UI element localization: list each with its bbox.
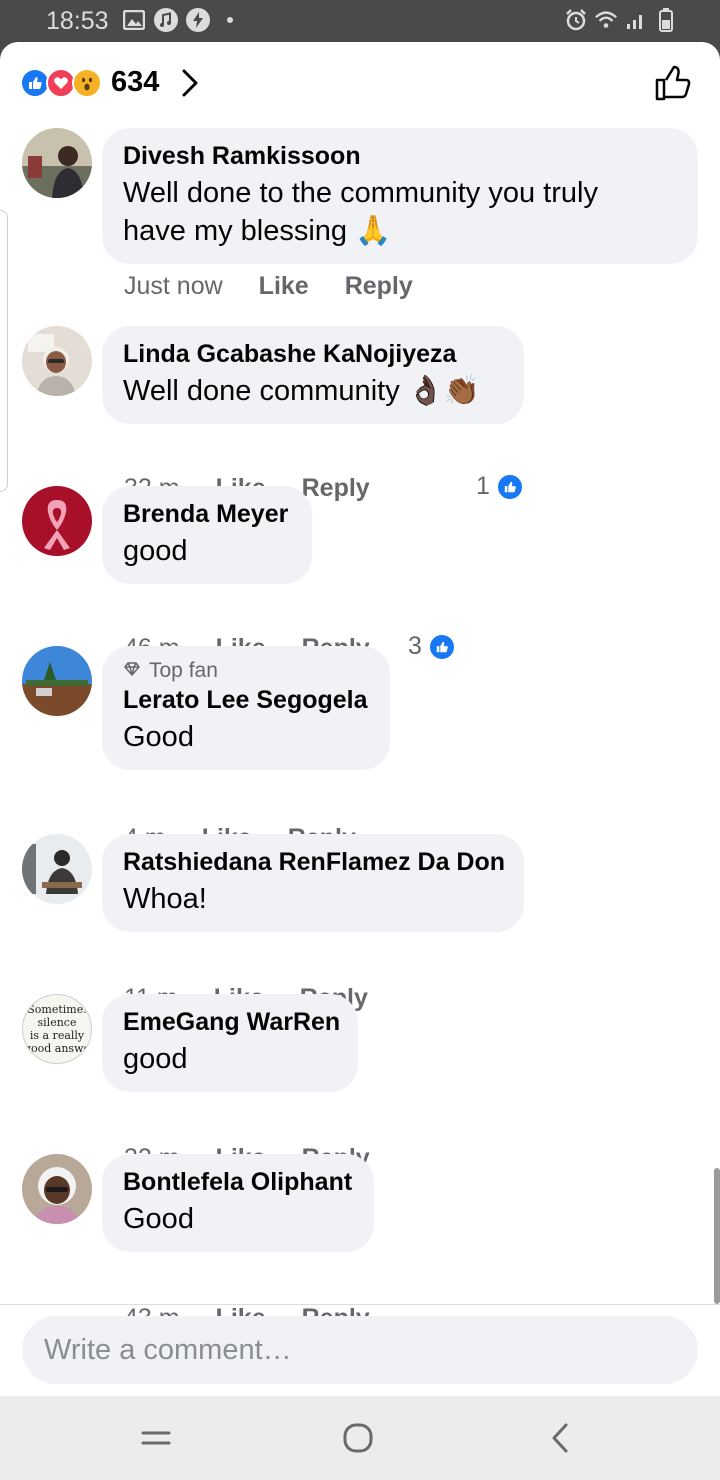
status-time: 18:53 <box>46 7 109 35</box>
commenter-name[interactable]: Ratshiedana RenFlamez Da Don <box>123 846 505 878</box>
comment-bubble[interactable]: Top fan Lerato Lee Segogela Good <box>102 646 390 770</box>
comment-line: Well done to the community you truly <box>123 177 598 209</box>
avatar[interactable] <box>22 1154 92 1224</box>
notification-icons <box>122 8 242 32</box>
comment-actions: Just now Like Reply <box>124 272 413 301</box>
like-count: 1 <box>476 472 490 500</box>
avatar[interactable]: Sometime. silence is a really good answe <box>22 994 92 1064</box>
comment-text: good <box>123 535 188 567</box>
signal-icon <box>624 8 648 32</box>
avatar[interactable] <box>22 646 92 716</box>
diamond-icon <box>123 658 141 684</box>
like-icon <box>427 632 456 661</box>
status-bar: 18:53 <box>0 0 720 42</box>
avatar[interactable] <box>22 128 92 198</box>
wifi-icon <box>594 8 618 32</box>
comment-text: Well done community 👌🏿👏🏾 <box>123 375 480 407</box>
wow-icon <box>72 68 102 98</box>
comment-text: good <box>123 1043 188 1075</box>
comment-bubble[interactable]: EmeGang WarRen good <box>102 994 358 1092</box>
gallery-icon <box>122 8 146 32</box>
comment-text: Well done to the community you truly hav… <box>123 174 677 250</box>
chevron-right-icon[interactable] <box>180 68 200 103</box>
comment-text: Whoa! <box>123 883 207 915</box>
side-panel-edge <box>0 210 8 492</box>
dot-icon <box>218 8 242 32</box>
comments-sheet: 634 Divesh Ramkissoon Well done to the c… <box>0 42 720 1396</box>
navigation-bar <box>0 1396 720 1480</box>
recent-apps-icon[interactable] <box>136 1418 176 1458</box>
comment-text: Good <box>123 721 194 753</box>
commenter-name[interactable]: Divesh Ramkissoon <box>123 140 677 172</box>
comment-text: Good <box>123 1203 194 1235</box>
top-fan-badge: Top fan <box>123 658 369 684</box>
avatar-quote-line: silence <box>37 1016 77 1029</box>
avatar[interactable] <box>22 486 92 556</box>
reaction-count[interactable]: 634 <box>111 66 159 99</box>
commenter-name[interactable]: Lerato Lee Segogela <box>123 684 369 716</box>
commenter-name[interactable]: EmeGang WarRen <box>123 1006 340 1038</box>
back-icon[interactable] <box>540 1418 580 1458</box>
reactions-header[interactable]: 634 <box>0 42 720 124</box>
home-icon[interactable] <box>338 1418 378 1458</box>
like-button[interactable]: Like <box>259 272 309 301</box>
battery-icon <box>654 8 678 32</box>
system-icons <box>564 8 678 32</box>
reply-button[interactable]: Reply <box>302 474 370 503</box>
avatar-quote-line: is a really <box>29 1029 85 1042</box>
comment-bubble[interactable]: Ratshiedana RenFlamez Da Don Whoa! <box>102 834 524 932</box>
like-icon <box>495 472 524 501</box>
avatar[interactable] <box>22 326 92 396</box>
commenter-name[interactable]: Bontlefela Oliphant <box>123 1166 353 1198</box>
reply-button[interactable]: Reply <box>345 272 413 301</box>
comment-bubble[interactable]: Divesh Ramkissoon Well done to the commu… <box>102 128 698 264</box>
comment-like-count[interactable]: 3 <box>408 632 456 661</box>
like-count: 3 <box>408 632 422 660</box>
top-fan-label: Top fan <box>149 659 218 682</box>
comment-like-count[interactable]: 1 <box>476 472 524 501</box>
comment-bubble[interactable]: Brenda Meyer good <box>102 486 312 584</box>
thumbs-up-icon[interactable] <box>654 64 692 107</box>
music-icon <box>154 8 178 32</box>
avatar-quote-line: Sometime. <box>27 1003 87 1016</box>
comment-time[interactable]: Just now <box>124 272 223 301</box>
commenter-name[interactable]: Brenda Meyer <box>123 498 291 530</box>
comment-bubble[interactable]: Linda Gcabashe KaNojiyeza Well done comm… <box>102 326 524 424</box>
avatar-quote-line: good answe <box>23 1042 91 1055</box>
alarm-icon <box>564 8 588 32</box>
scrollbar[interactable] <box>714 1168 720 1304</box>
avatar[interactable] <box>22 834 92 904</box>
reaction-icons[interactable] <box>20 68 102 98</box>
comment-input[interactable] <box>22 1316 698 1384</box>
comment-bubble[interactable]: Bontlefela Oliphant Good <box>102 1154 374 1252</box>
composer-divider <box>0 1304 720 1305</box>
comment-line: have my blessing 🙏 <box>123 215 392 247</box>
commenter-name[interactable]: Linda Gcabashe KaNojiyeza <box>123 338 503 370</box>
messenger-icon <box>186 8 210 32</box>
